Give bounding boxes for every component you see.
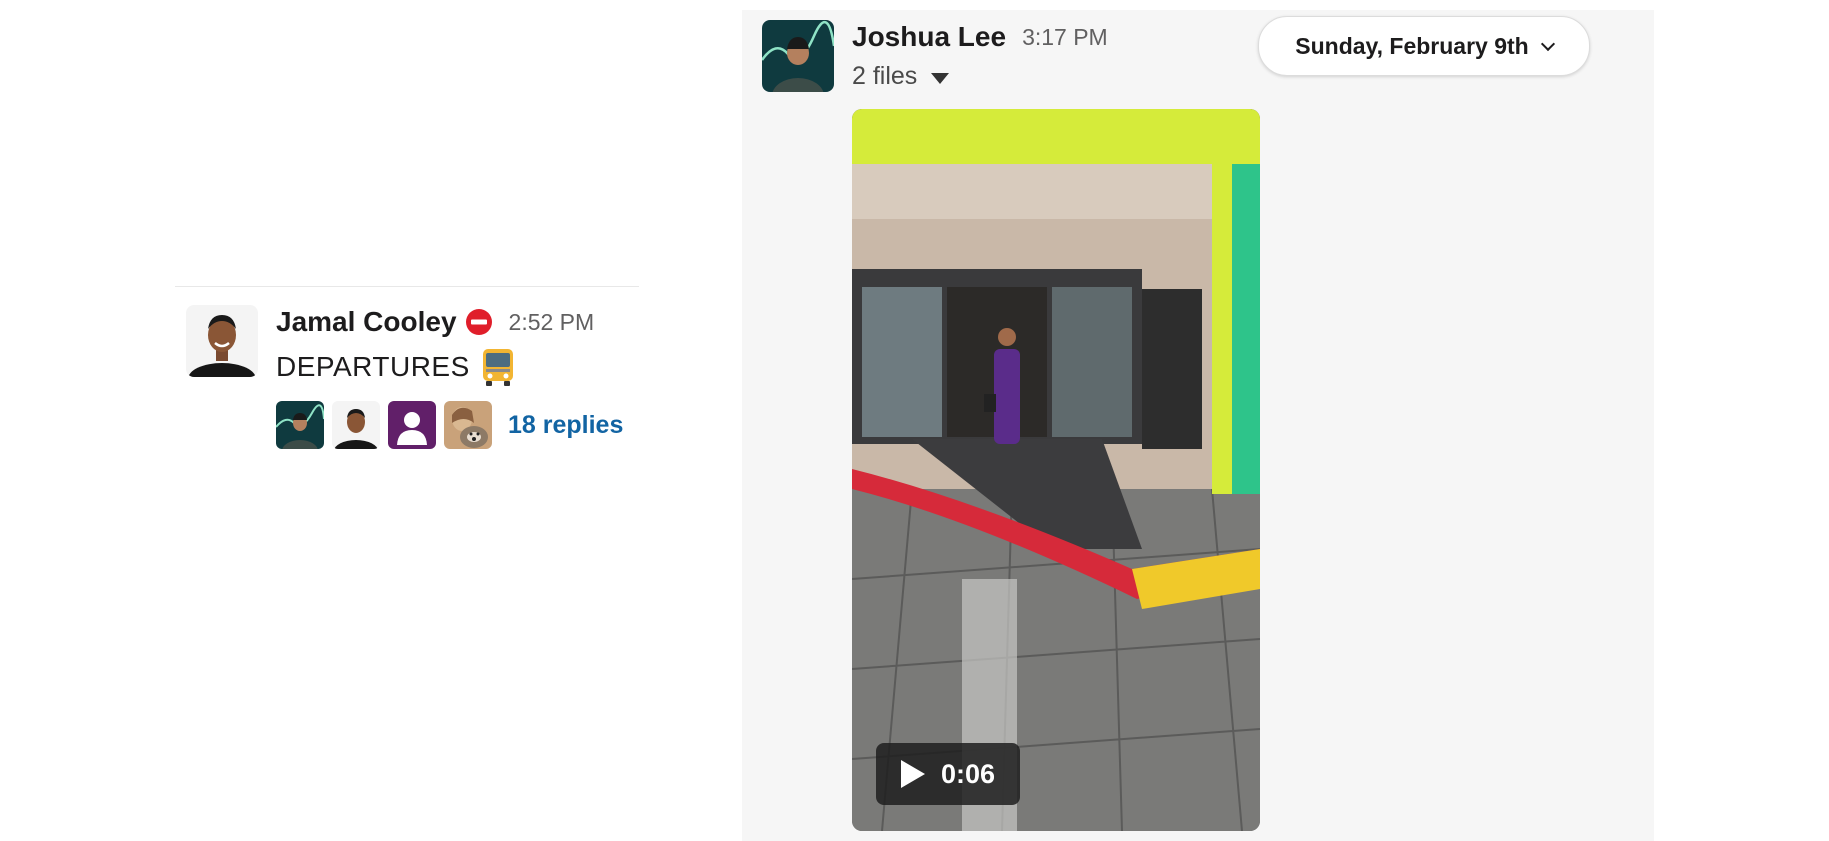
avatar-default-user: [388, 401, 436, 449]
caret-down-icon[interactable]: [931, 72, 950, 84]
files-count: 2 files: [852, 62, 918, 90]
date-label: Sunday, February 9th: [1295, 32, 1529, 59]
no-entry-icon: [465, 308, 493, 336]
video-play-button[interactable]: 0:06: [876, 743, 1020, 805]
author-name[interactable]: Jamal Cooley: [276, 306, 457, 338]
message-text: DEPARTURES: [276, 351, 470, 382]
message-timestamp[interactable]: 3:17 PM: [1022, 24, 1108, 51]
thread-divider: [175, 286, 639, 287]
thread-replies[interactable]: 18 replies: [276, 401, 656, 449]
avatar-dog-photo: [444, 401, 492, 449]
chevron-down-icon: [1540, 36, 1555, 51]
avatar-joshua-lee[interactable]: [762, 20, 834, 92]
replies-link[interactable]: 18 replies: [508, 411, 623, 440]
message-panel: Joshua Lee 3:17 PM 2 files Sunday, Febru…: [742, 10, 1654, 841]
date-divider-button[interactable]: Sunday, February 9th: [1258, 16, 1590, 76]
avatar-jamal-cooley[interactable]: [186, 305, 258, 377]
message-timestamp[interactable]: 2:52 PM: [509, 309, 595, 336]
avatar-jamal-cooley: [332, 401, 380, 449]
video-attachment[interactable]: 0:06: [852, 109, 1260, 831]
video-duration: 0:06: [940, 758, 996, 789]
play-icon: [900, 760, 925, 788]
avatar-joshua-lee: [276, 401, 324, 449]
bus-icon: [480, 347, 516, 387]
author-name[interactable]: Joshua Lee: [852, 21, 1006, 53]
